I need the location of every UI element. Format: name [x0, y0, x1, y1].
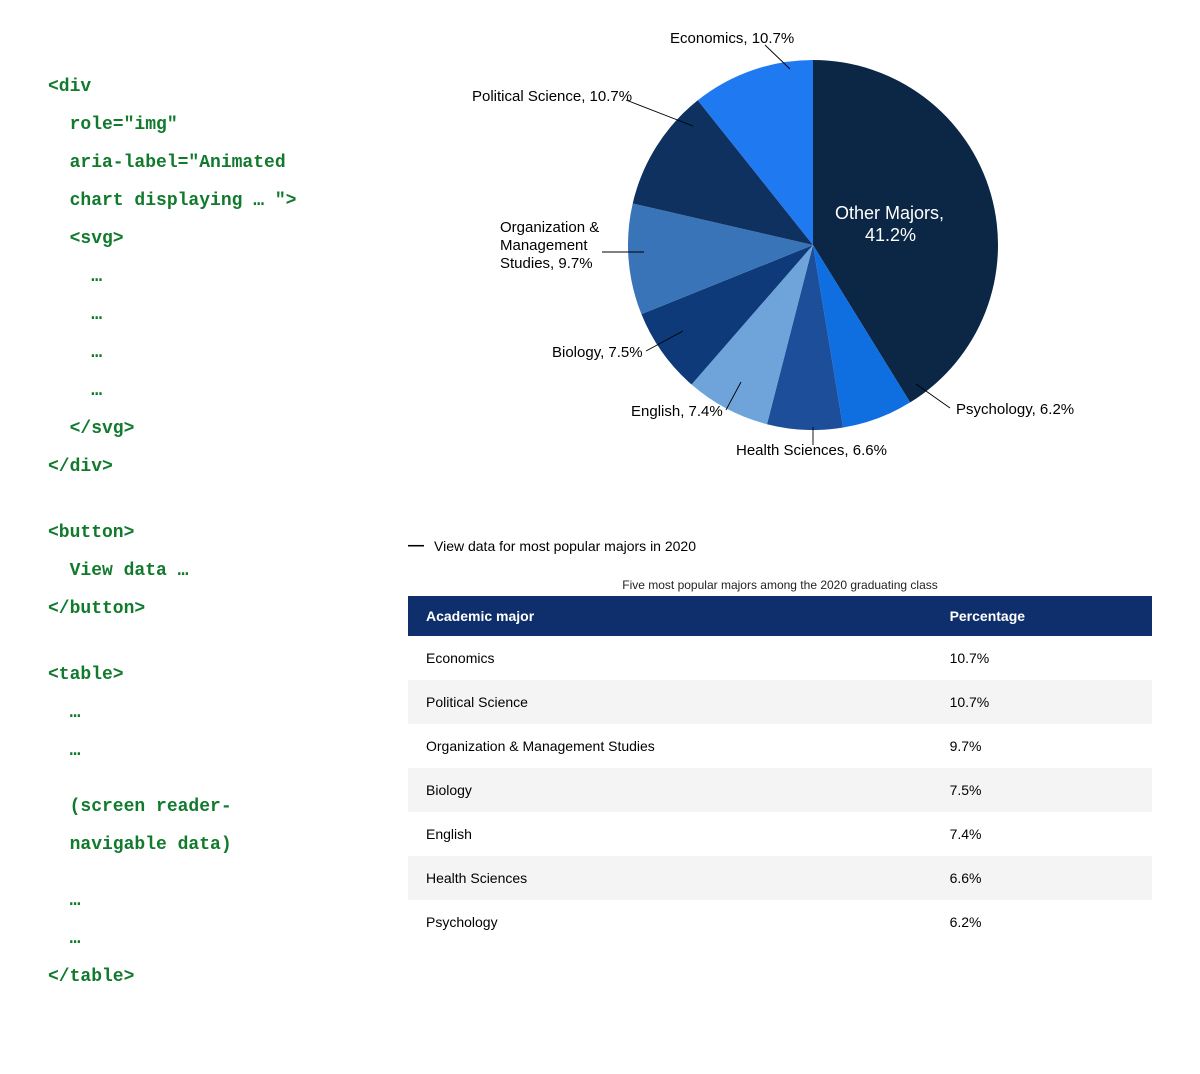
code-line: <div [48, 77, 91, 97]
col-percentage: Percentage [932, 596, 1152, 636]
table-row: Organization & Management Studies 9.7% [408, 724, 1152, 768]
cell-percentage: 6.6% [932, 856, 1152, 900]
code-line: … [48, 891, 80, 911]
slice-label-other-2: 41.2% [865, 224, 916, 246]
slice-label-biology: Biology, 7.5% [552, 344, 643, 362]
code-line: … [48, 929, 80, 949]
majors-table: Academic major Percentage Economics 10.7… [408, 596, 1152, 944]
code-line: (screen reader- [48, 797, 232, 817]
code-line: </table> [48, 967, 134, 987]
cell-percentage: 10.7% [932, 636, 1152, 680]
cell-major: Psychology [408, 900, 932, 944]
cell-percentage: 10.7% [932, 680, 1152, 724]
code-line: … [48, 741, 80, 761]
table-header-row: Academic major Percentage [408, 596, 1152, 636]
code-line: … [48, 703, 80, 723]
cell-percentage: 9.7% [932, 724, 1152, 768]
code-line: <svg> [48, 229, 124, 249]
cell-major: Political Science [408, 680, 932, 724]
pie-svg [628, 60, 998, 430]
code-line: </div> [48, 457, 113, 477]
slice-label-other-1: Other Majors, [835, 202, 944, 224]
code-line: role="img" [48, 115, 178, 135]
slice-label-org-2: Management [500, 237, 588, 255]
page-root: <div role="img" aria-label="Animated cha… [0, 0, 1200, 1074]
code-line: </button> [48, 599, 145, 619]
code-line: <button> [48, 523, 134, 543]
cell-major: Organization & Management Studies [408, 724, 932, 768]
slice-label-psychology: Psychology, 6.2% [956, 401, 1074, 419]
code-line: … [48, 381, 102, 401]
table-row: Economics 10.7% [408, 636, 1152, 680]
code-line: … [48, 267, 102, 287]
view-data-button[interactable]: — View data for most popular majors in 2… [408, 538, 696, 554]
table-row: Biology 7.5% [408, 768, 1152, 812]
content-column: Economics, 10.7% Political Science, 10.7… [378, 30, 1152, 1034]
slice-label-health: Health Sciences, 6.6% [736, 442, 887, 460]
slice-label-political: Political Science, 10.7% [472, 88, 632, 106]
col-major: Academic major [408, 596, 932, 636]
code-line: View data … [48, 561, 188, 581]
code-line: chart displaying … "> [48, 191, 296, 211]
table-row: Health Sciences 6.6% [408, 856, 1152, 900]
slice-label-economics: Economics, 10.7% [670, 30, 794, 48]
cell-percentage: 7.5% [932, 768, 1152, 812]
code-line: </svg> [48, 419, 134, 439]
pie-chart: Economics, 10.7% Political Science, 10.7… [408, 30, 1152, 470]
code-line: aria-label="Animated [48, 153, 286, 173]
view-data-label: View data for most popular majors in 202… [434, 538, 696, 554]
cell-major: Economics [408, 636, 932, 680]
cell-major: Biology [408, 768, 932, 812]
table-row: English 7.4% [408, 812, 1152, 856]
cell-percentage: 6.2% [932, 900, 1152, 944]
code-block: <div role="img" aria-label="Animated cha… [48, 30, 378, 1034]
minus-icon: — [408, 538, 424, 554]
code-line: … [48, 343, 102, 363]
cell-percentage: 7.4% [932, 812, 1152, 856]
code-line: navigable data) [48, 835, 232, 855]
code-line: <table> [48, 665, 124, 685]
slice-label-org-1: Organization & [500, 219, 599, 237]
table-caption: Five most popular majors among the 2020 … [408, 578, 1152, 592]
table-row: Psychology 6.2% [408, 900, 1152, 944]
cell-major: English [408, 812, 932, 856]
slice-label-english: English, 7.4% [631, 403, 723, 421]
slice-label-org-3: Studies, 9.7% [500, 255, 593, 273]
code-column: <div role="img" aria-label="Animated cha… [48, 30, 378, 1034]
cell-major: Health Sciences [408, 856, 932, 900]
code-line: … [48, 305, 102, 325]
table-row: Political Science 10.7% [408, 680, 1152, 724]
